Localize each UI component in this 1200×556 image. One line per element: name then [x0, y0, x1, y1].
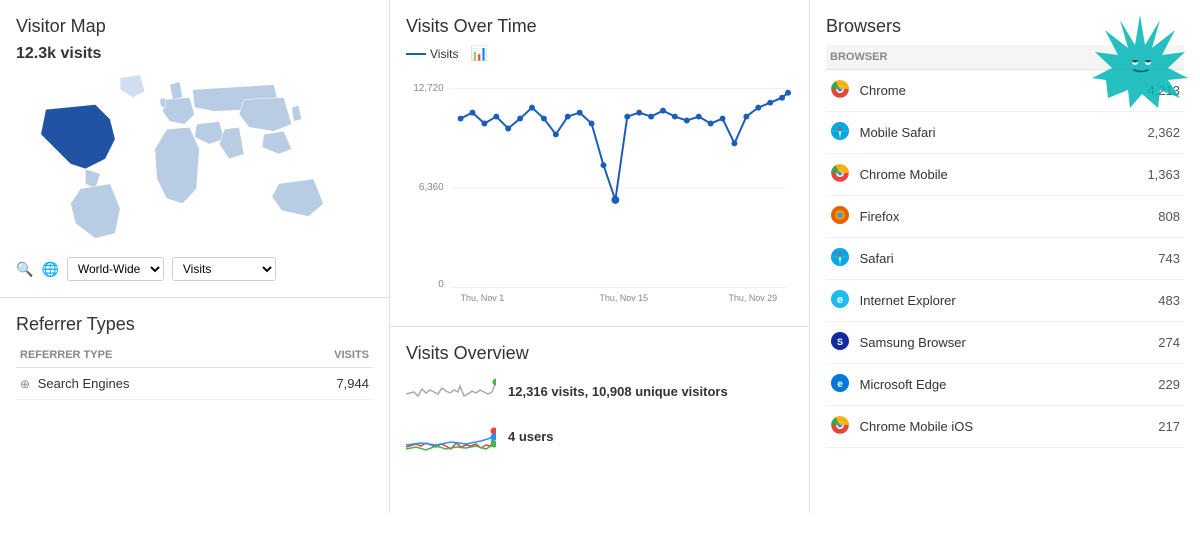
overview-row-2: 4 users: [406, 419, 793, 454]
visits-over-time-title: Visits Over Time: [406, 16, 793, 37]
browser-count: 1,363: [1108, 154, 1184, 196]
metric-select[interactable]: Visits Pageviews Bounce Rate: [172, 257, 276, 281]
browser-name-cell: Mobile Safari: [826, 112, 1108, 154]
referrer-types-title: Referrer Types: [16, 314, 373, 335]
visitor-map-title: Visitor Map: [16, 16, 373, 37]
browser-count: 229: [1108, 364, 1184, 406]
visitor-map-visits: 12.3k visits: [16, 45, 373, 63]
svg-text:Thu, Nov 15: Thu, Nov 15: [600, 293, 649, 303]
browser-count: 483: [1108, 280, 1184, 322]
browser-icon-edge: e: [830, 373, 850, 396]
col-visits: VISITS: [278, 343, 373, 368]
browser-icon-chrome: [830, 79, 850, 102]
map-controls: 🔍 🌐 World-Wide Americas Europe Asia Visi…: [16, 257, 373, 281]
browser-row: Firefox 808: [826, 196, 1184, 238]
referrer-types-section: Referrer Types REFERRER TYPE VISITS ⊕ Se…: [0, 298, 389, 513]
zoom-icon[interactable]: 🔍: [16, 261, 33, 278]
browser-count: 808: [1108, 196, 1184, 238]
overview-stat-2: 4 users: [508, 429, 554, 444]
svg-text:Thu, Nov 29: Thu, Nov 29: [729, 293, 778, 303]
visits-overview-section: Visits Overview 12,316 visits, 10,908 un…: [390, 327, 809, 513]
referrer-count: 7,944: [278, 368, 373, 400]
browser-name: Firefox: [860, 209, 900, 224]
dashboard: Visitor Map 12.3k visits: [0, 0, 1200, 556]
overview-row-1: 12,316 visits, 10,908 unique visitors: [406, 374, 793, 409]
browser-name-cell: Safari: [826, 238, 1108, 280]
browser-name: Safari: [860, 251, 894, 266]
svg-text:S: S: [837, 337, 843, 347]
browser-count: 2,362: [1108, 112, 1184, 154]
browser-row: Safari 743: [826, 238, 1184, 280]
browser-count: 743: [1108, 238, 1184, 280]
browser-name: Internet Explorer: [860, 293, 956, 308]
visits-chart: 12,720 6,360 0 Thu, Nov 1 Thu, Nov 15 Th…: [406, 70, 793, 310]
browser-name-cell: S Samsung Browser: [826, 322, 1108, 364]
browser-row: S Samsung Browser 274: [826, 322, 1184, 364]
legend-dash: [406, 53, 426, 55]
browser-row: e Microsoft Edge 229: [826, 364, 1184, 406]
browser-icon-chrome: [830, 415, 850, 438]
browser-row: e Internet Explorer 483: [826, 280, 1184, 322]
browser-row: Mobile Safari 2,362: [826, 112, 1184, 154]
mini-chart-1: [406, 374, 496, 409]
browser-name-cell: Chrome: [826, 70, 1108, 112]
burst-decoration: [1090, 10, 1190, 110]
browser-name: Chrome Mobile iOS: [860, 419, 973, 434]
browser-icon-chrome: [830, 163, 850, 186]
browser-name: Microsoft Edge: [860, 377, 947, 392]
visits-overview-title: Visits Overview: [406, 343, 793, 364]
globe-icon[interactable]: 🌐: [41, 261, 58, 278]
region-select[interactable]: World-Wide Americas Europe Asia: [67, 257, 164, 281]
col-browser-header: BROWSER: [826, 45, 1108, 70]
browser-name-cell: Chrome Mobile: [826, 154, 1108, 196]
browser-name: Samsung Browser: [860, 335, 966, 350]
svg-text:Thu, Nov 1: Thu, Nov 1: [461, 293, 505, 303]
overview-stats: 12,316 visits, 10,908 unique visitors 4 …: [406, 374, 793, 454]
chart-legend: Visits: [406, 47, 458, 61]
browser-count: 274: [1108, 322, 1184, 364]
legend-label: Visits: [430, 47, 458, 61]
browser-icon-safari: [830, 121, 850, 144]
col-referrer-type: REFERRER TYPE: [16, 343, 278, 368]
referrer-name: ⊕ Search Engines: [16, 368, 278, 400]
browser-row: Chrome Mobile 1,363: [826, 154, 1184, 196]
browser-name-cell: e Internet Explorer: [826, 280, 1108, 322]
browser-name: Chrome Mobile: [860, 167, 948, 182]
visitor-map-section: Visitor Map 12.3k visits: [0, 0, 389, 298]
referrer-table: REFERRER TYPE VISITS ⊕ Search Engines 7,…: [16, 343, 373, 400]
browser-row: Chrome Mobile iOS 217: [826, 406, 1184, 448]
browser-name-cell: Chrome Mobile iOS: [826, 406, 1108, 448]
visits-over-time-section: Visits Over Time Visits 📊 12,720 6,360 0: [390, 0, 809, 327]
browser-name: Chrome: [860, 83, 906, 98]
svg-text:e: e: [837, 379, 843, 390]
browser-icon-ie: e: [830, 289, 850, 312]
browsers-section: Browsers BROWSER: [810, 0, 1200, 513]
svg-text:6,360: 6,360: [419, 182, 444, 193]
chart-header: Visits 📊: [406, 45, 793, 62]
browser-count: 217: [1108, 406, 1184, 448]
browser-icon-firefox: [830, 205, 850, 228]
browser-name-cell: Firefox: [826, 196, 1108, 238]
middle-column: Visits Over Time Visits 📊 12,720 6,360 0: [390, 0, 810, 513]
expand-icon[interactable]: ⊕: [20, 377, 30, 391]
referrer-row: ⊕ Search Engines 7,944: [16, 368, 373, 400]
overview-stat-1: 12,316 visits, 10,908 unique visitors: [508, 384, 728, 399]
browser-icon-samsung: S: [830, 331, 850, 354]
browser-name: Mobile Safari: [860, 125, 936, 140]
world-map: [16, 69, 373, 249]
svg-text:0: 0: [438, 279, 444, 290]
mini-chart-2: [406, 419, 496, 454]
browser-icon-safari: [830, 247, 850, 270]
chart-export-icon[interactable]: 📊: [470, 45, 487, 62]
left-column: Visitor Map 12.3k visits: [0, 0, 390, 513]
svg-text:12,720: 12,720: [413, 83, 444, 94]
browser-name-cell: e Microsoft Edge: [826, 364, 1108, 406]
svg-text:e: e: [837, 294, 843, 306]
